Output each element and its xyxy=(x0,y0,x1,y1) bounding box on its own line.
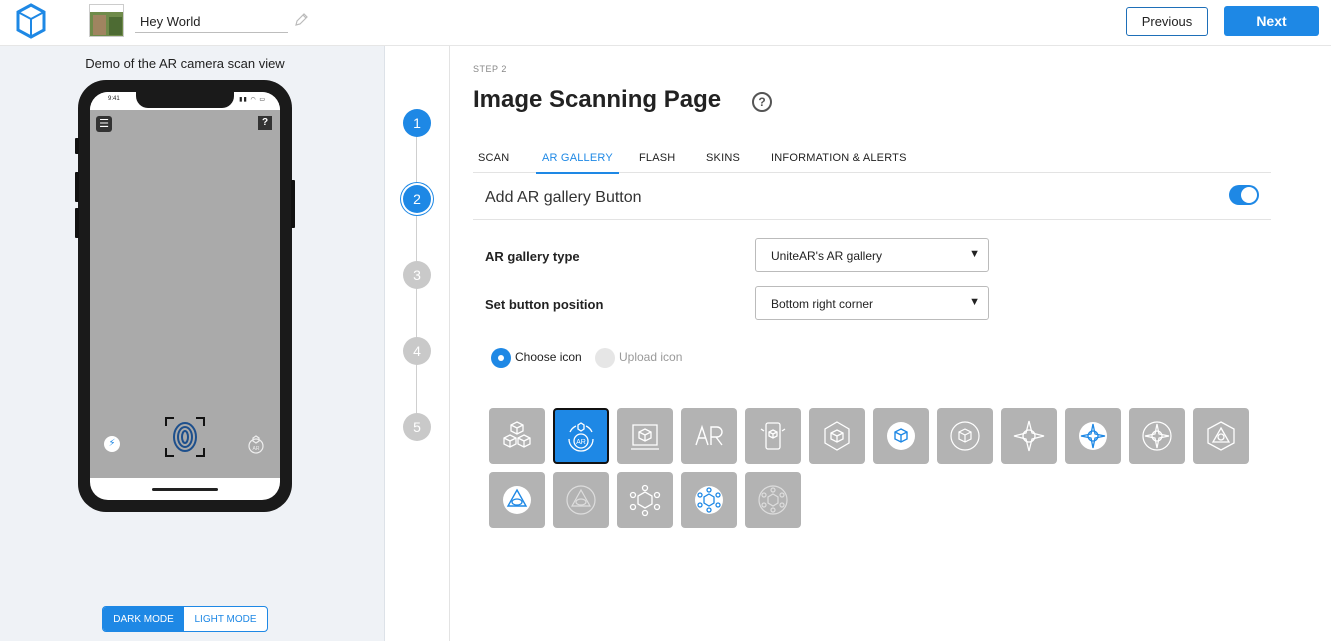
white-cube-icon[interactable] xyxy=(873,408,929,464)
toggle-knob xyxy=(1241,187,1257,203)
ar-circle-icon[interactable]: AR xyxy=(553,408,609,464)
camera-view: ☰ ? ⚡ AR xyxy=(90,110,280,478)
hexagon-cube-icon[interactable] xyxy=(809,408,865,464)
page-title: Image Scanning Page xyxy=(473,86,722,113)
tab-skins[interactable]: SKINS xyxy=(706,152,740,172)
button-position-label: Set button position xyxy=(485,297,604,312)
phone-side-button xyxy=(75,208,79,238)
top-bar: Hey World Previous Next xyxy=(0,0,1331,46)
phone-side-button xyxy=(75,172,79,202)
chevron-down-icon: ▼ xyxy=(969,296,980,308)
phone-notch xyxy=(136,92,234,108)
phone-home-indicator xyxy=(152,488,218,491)
section-label: Add AR gallery Button xyxy=(485,189,642,206)
ar-circle-text: AR xyxy=(576,439,586,446)
step-5[interactable]: 5 xyxy=(403,413,431,441)
previous-button[interactable]: Previous xyxy=(1126,7,1208,36)
white-eye-triangle-icon[interactable] xyxy=(489,472,545,528)
button-position-value: Bottom right corner xyxy=(771,297,874,311)
phone-screen: 9:41 ▮▮ ◠ ▭ ☰ ? ⚡ AR xyxy=(90,92,280,500)
ar-badge-text: AR xyxy=(253,446,260,452)
choose-icon-label[interactable]: Choose icon xyxy=(515,350,582,364)
help-circle-icon[interactable]: ? xyxy=(752,92,772,112)
white-network-icon[interactable] xyxy=(681,472,737,528)
step-label: STEP 2 xyxy=(473,64,507,74)
tab-scan[interactable]: SCAN xyxy=(478,152,509,172)
outline-compass-icon[interactable] xyxy=(1129,408,1185,464)
network-cube-icon[interactable] xyxy=(617,472,673,528)
phone-mockup: 9:41 ▮▮ ◠ ▭ ☰ ? ⚡ AR xyxy=(75,80,295,512)
phone-side-button xyxy=(75,138,79,154)
hamburger-menu-icon[interactable]: ☰ xyxy=(96,116,112,132)
white-compass-icon[interactable] xyxy=(1065,408,1121,464)
project-thumbnail[interactable] xyxy=(89,4,124,37)
outline-eye-triangle-icon[interactable] xyxy=(553,472,609,528)
step-indicator: 1 2 3 4 5 xyxy=(385,46,450,641)
gallery-type-label: AR gallery type xyxy=(485,249,580,264)
pyramid-icon[interactable] xyxy=(1193,408,1249,464)
3d-box-screen-icon[interactable] xyxy=(617,408,673,464)
cubes-icon[interactable] xyxy=(489,408,545,464)
help-icon[interactable]: ? xyxy=(258,116,272,130)
phone-side-button xyxy=(291,180,295,228)
pencil-icon[interactable] xyxy=(293,12,309,28)
gallery-type-value: UniteAR's AR gallery xyxy=(771,249,882,263)
outline-cube-icon[interactable] xyxy=(937,408,993,464)
tab-ar-gallery[interactable]: AR GALLERY xyxy=(536,152,619,174)
upload-icon-label[interactable]: Upload icon xyxy=(619,350,682,364)
fingerprint-scan-icon[interactable] xyxy=(164,416,206,458)
flash-icon[interactable]: ⚡ xyxy=(104,436,120,452)
unitear-logo-icon[interactable] xyxy=(16,3,46,39)
button-position-select[interactable]: Bottom right corner ▼ xyxy=(755,286,989,320)
tab-bar: SCAN AR GALLERY FLASH SKINS INFORMATION … xyxy=(473,144,1271,174)
next-button[interactable]: Next xyxy=(1224,6,1319,36)
phone-time: 9:41 xyxy=(108,96,120,102)
choose-icon-radio[interactable] xyxy=(491,348,511,368)
step-1[interactable]: 1 xyxy=(403,109,431,137)
preview-title: Demo of the AR camera scan view xyxy=(85,56,285,71)
step-4[interactable]: 4 xyxy=(403,337,431,365)
dark-mode-button[interactable]: DARK MODE xyxy=(103,607,185,631)
phone-status-bar: 9:41 ▮▮ ◠ ▭ xyxy=(90,92,280,110)
preview-panel: Demo of the AR camera scan view 9:41 ▮▮ … xyxy=(0,46,385,641)
light-mode-button[interactable]: LIGHT MODE xyxy=(184,607,267,631)
tab-information-alerts[interactable]: INFORMATION & ALERTS xyxy=(771,152,907,172)
upload-icon-radio[interactable] xyxy=(595,348,615,368)
ar-gallery-button-section: Add AR gallery Button xyxy=(473,174,1271,220)
mode-toggle: DARK MODE LIGHT MODE xyxy=(102,606,268,632)
phone-status-icons: ▮▮ ◠ ▭ xyxy=(239,97,266,103)
step-2[interactable]: 2 xyxy=(403,185,431,213)
ar-gallery-icon[interactable]: AR xyxy=(246,434,266,454)
ar-text-icon[interactable] xyxy=(681,408,737,464)
chevron-down-icon: ▼ xyxy=(969,248,980,260)
ar-gallery-toggle[interactable] xyxy=(1229,185,1259,205)
step-3[interactable]: 3 xyxy=(403,261,431,289)
project-name-input[interactable]: Hey World xyxy=(135,9,288,33)
phone-cube-icon[interactable] xyxy=(745,408,801,464)
tab-flash[interactable]: FLASH xyxy=(639,152,675,172)
main-content: STEP 2 Image Scanning Page ? SCAN AR GAL… xyxy=(451,46,1331,641)
compass-cross-icon[interactable] xyxy=(1001,408,1057,464)
gallery-type-select[interactable]: UniteAR's AR gallery ▼ xyxy=(755,238,989,272)
outline-network-icon[interactable] xyxy=(745,472,801,528)
